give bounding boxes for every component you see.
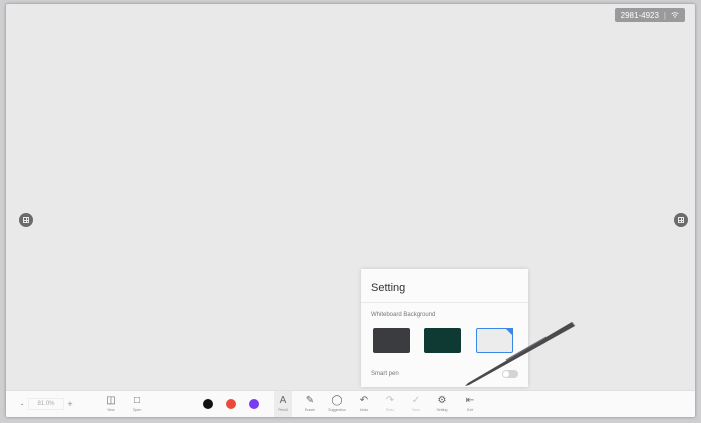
save-button[interactable]: ✓ Save	[407, 391, 425, 417]
setting-label: Setting	[436, 408, 448, 412]
grid-icon	[678, 217, 684, 223]
undo-button[interactable]: ↶ Undo	[355, 391, 373, 417]
bottom-toolbar: - 81.0% + ◫ New □ Open A Pencil ✎ Eraser…	[6, 390, 695, 417]
open-button[interactable]: □ Open	[130, 391, 144, 417]
selected-corner-icon	[505, 328, 513, 336]
background-label: Whiteboard Background	[371, 312, 436, 318]
eraser-label: Eraser	[304, 408, 316, 412]
pencil-label: Pencil	[278, 408, 288, 412]
whiteboard-screen[interactable]: 2981-4923 | Setting Whiteboard Backgroun…	[6, 4, 695, 417]
save-label: Save	[412, 408, 420, 412]
suggestion-label: Suggestion	[328, 408, 346, 412]
room-code: 2981-4923	[620, 10, 659, 20]
zoom-in-button[interactable]: +	[64, 399, 76, 409]
eraser-tool[interactable]: ✎ Eraser	[301, 391, 319, 417]
exit-label: Exit	[467, 408, 473, 412]
left-menu-button[interactable]	[19, 213, 33, 227]
right-menu-button[interactable]	[674, 213, 688, 227]
suggestion-tool[interactable]: ◯ Suggestion	[325, 391, 349, 417]
new-button[interactable]: ◫ New	[104, 391, 118, 417]
redo-label: Redo	[385, 408, 395, 412]
undo-label: Undo	[359, 408, 369, 412]
zoom-value: 81.0%	[28, 398, 64, 410]
color-red[interactable]	[226, 399, 236, 409]
pencil-tool[interactable]: A Pencil	[274, 391, 292, 417]
settings-title: Setting	[371, 282, 406, 294]
status-separator: |	[663, 10, 666, 20]
zoom-out-button[interactable]: -	[16, 399, 28, 409]
open-label: Open	[132, 408, 142, 412]
new-board-icon: ◫	[106, 395, 116, 406]
new-label: New	[107, 408, 115, 412]
settings-panel: Setting Whiteboard Background Smart pen	[361, 269, 528, 387]
exit-button[interactable]: ⇤ Exit	[461, 391, 479, 417]
color-purple[interactable]	[249, 399, 259, 409]
wifi-icon	[671, 11, 679, 20]
grid-icon	[23, 217, 29, 223]
redo-button[interactable]: ↷ Redo	[381, 391, 399, 417]
bulb-icon: ◯	[331, 395, 343, 406]
eraser-icon: ✎	[305, 395, 315, 406]
background-swatch-green[interactable]	[424, 328, 461, 353]
stylus-pen-image	[465, 321, 576, 386]
background-swatch-dark[interactable]	[373, 328, 410, 353]
color-black[interactable]	[203, 399, 213, 409]
settings-divider	[361, 302, 528, 303]
status-badge: 2981-4923 |	[614, 8, 685, 22]
smart-pen-label: Smart pen	[371, 371, 399, 377]
undo-icon: ↶	[359, 395, 369, 406]
gear-icon: ⚙	[437, 395, 447, 406]
toggle-knob	[503, 371, 509, 377]
zoom-control: - 81.0% +	[16, 398, 76, 410]
exit-icon: ⇤	[465, 395, 475, 406]
setting-button[interactable]: ⚙ Setting	[433, 391, 451, 417]
background-swatch-light[interactable]	[476, 328, 513, 353]
pencil-icon: A	[279, 395, 287, 406]
redo-icon: ↷	[385, 395, 395, 406]
smart-pen-toggle[interactable]	[502, 370, 518, 378]
folder-icon: □	[133, 395, 141, 406]
save-icon: ✓	[411, 395, 421, 406]
